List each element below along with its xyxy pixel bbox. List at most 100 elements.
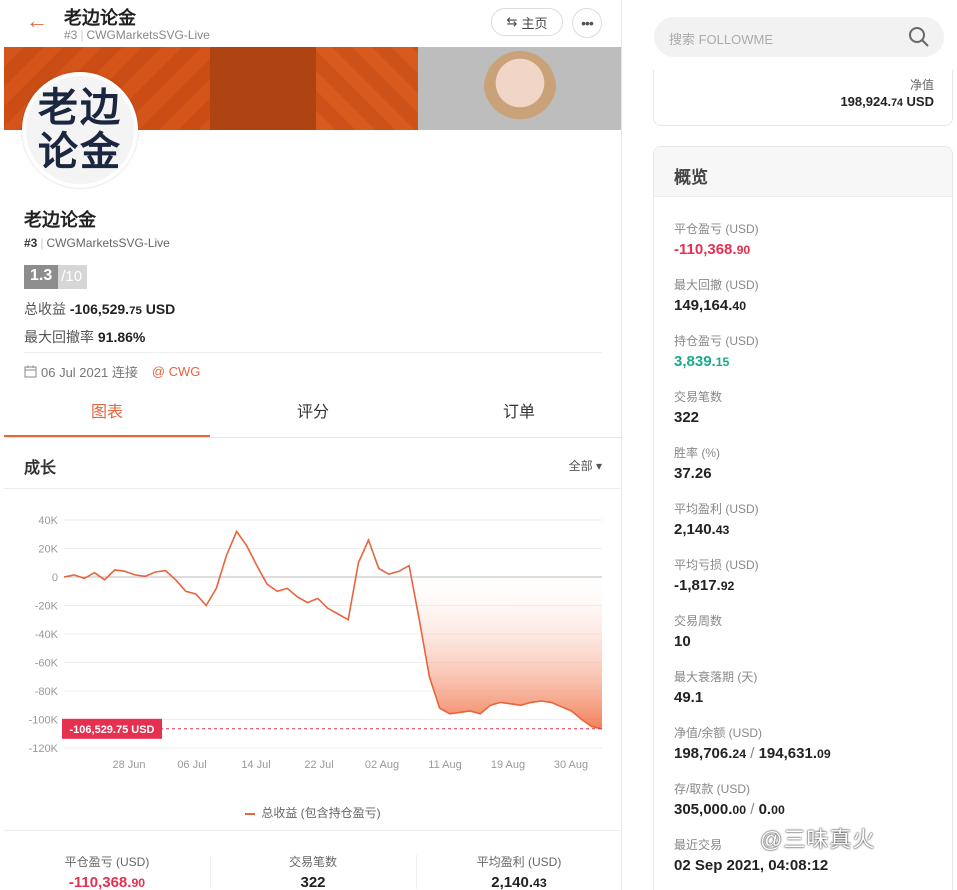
- score-value: 1.3: [24, 265, 59, 289]
- x-tick-label: 02 Aug: [365, 759, 399, 771]
- overview-label: 最大回撤 (USD): [674, 278, 759, 292]
- x-tick-label: 14 Jul: [241, 759, 270, 771]
- overview-value: 10: [674, 633, 691, 650]
- bottom-stats: 平仓盈亏 (USD) -110,368.90 交易笔数 322 平均盈利 (US…: [4, 830, 621, 890]
- overview-item-equity-balance: 净值/余额 (USD) 198,706.24 / 194,631.09: [674, 724, 831, 762]
- overview-value: -110,368.90: [674, 241, 751, 258]
- overview-label: 持仓盈亏 (USD): [674, 334, 759, 348]
- overview-title: 概览: [674, 168, 708, 187]
- legend-swatch: [245, 812, 256, 815]
- y-tick-label: 40K: [38, 515, 58, 527]
- watermark-text: @三味真火: [760, 827, 876, 852]
- connection-info: 06 Jul 2021 连接 @ CWG: [24, 362, 200, 381]
- stat-value: 2,140.43: [491, 874, 547, 890]
- y-tick-label: -20K: [35, 601, 59, 613]
- swap-icon: ⇆: [506, 14, 518, 29]
- trader-rank: #3: [24, 236, 38, 250]
- overview-item-closed-pnl: 平仓盈亏 (USD) -110,368.90: [674, 220, 759, 258]
- caret-down-icon: ▾: [595, 459, 602, 473]
- overview-item-trades: 交易笔数 322: [674, 388, 722, 426]
- avatar-calligraphy: 老边论金: [38, 84, 122, 175]
- overview-item-avg-profit: 平均盈利 (USD) 2,140.43: [674, 500, 759, 538]
- stat-label: 交易笔数: [288, 855, 337, 869]
- chart-legend[interactable]: 总收益 (包含持仓盈亏): [4, 804, 621, 821]
- tab-orders[interactable]: 订单: [416, 390, 621, 437]
- tab-chart[interactable]: 图表: [4, 390, 210, 437]
- overview-label: 交易周数: [674, 614, 723, 628]
- overview-value: 49.1: [674, 689, 704, 706]
- overview-label: 平均盈利 (USD): [674, 502, 759, 516]
- home-button[interactable]: ⇆ 主页: [491, 8, 563, 36]
- stat-closed-pnl: 平仓盈亏 (USD) -110,368.90: [4, 831, 210, 890]
- x-tick-label: 11 Aug: [428, 759, 461, 771]
- overview-value: -1,817.92: [674, 577, 735, 594]
- stat-label: 平均盈利 (USD): [476, 855, 562, 869]
- x-tick-label: 22 Jul: [304, 759, 333, 771]
- account-subtitle: #3 | CWGMarketsSVG-Live: [64, 28, 210, 42]
- overview-value: 198,706.24 / 194,631.09: [674, 745, 831, 762]
- overview-value: 305,000.00 / 0.00: [674, 801, 785, 818]
- stat-trade-count: 交易笔数 322: [210, 831, 416, 890]
- search-placeholder: 搜索 FOLLOWME: [669, 32, 774, 47]
- search-icon[interactable]: [908, 26, 930, 48]
- more-options-button[interactable]: •••: [572, 8, 602, 38]
- broker-link[interactable]: @ CWG: [152, 364, 201, 379]
- total-return-unit: USD: [145, 301, 176, 317]
- overview-value: 149,164.40: [674, 297, 747, 314]
- banner-portrait-image: [484, 51, 556, 130]
- overview-item-win-rate: 胜率 (%) 37.26: [674, 444, 720, 482]
- y-tick-label: -80K: [35, 686, 59, 698]
- overview-item-avg-loss: 平均亏损 (USD) -1,817.92: [674, 556, 759, 594]
- stat-value: -110,368.90: [68, 874, 146, 890]
- rank-text: #3: [64, 28, 78, 42]
- total-return-decimal: 75: [129, 305, 142, 317]
- stat-value: 322: [300, 874, 326, 890]
- calendar-icon: [24, 365, 37, 378]
- overview-label: 存/取款 (USD): [674, 782, 750, 796]
- range-filter-label: 全部: [568, 459, 593, 473]
- current-value-label: -106,529.75 USD: [70, 724, 155, 736]
- trader-account: #3 | CWGMarketsSVG-Live: [24, 236, 170, 250]
- back-arrow-icon[interactable]: ←: [26, 8, 48, 34]
- top-bar: ← 老边论金 #3 | CWGMarketsSVG-Live ⇆ 主页 •••: [4, 0, 621, 46]
- overview-item-max-drawdown: 最大回撤 (USD) 149,164.40: [674, 276, 759, 314]
- range-filter-dropdown[interactable]: 全部 ▾: [569, 457, 602, 474]
- x-tick-label: 28 Jun: [112, 759, 145, 771]
- overview-item-floating-pnl: 持仓盈亏 (USD) 3,839.15: [674, 332, 759, 370]
- max-drawdown-row: 最大回撤率 91.86%: [24, 327, 145, 347]
- overview-value: 37.26: [674, 465, 712, 482]
- home-button-label: 主页: [521, 15, 548, 31]
- overview-label: 平均亏损 (USD): [674, 558, 759, 572]
- overview-value: 3,839.15: [674, 353, 730, 370]
- page-title: 老边论金: [64, 8, 136, 28]
- overview-label: 最大衰落期 (天): [674, 670, 758, 684]
- growth-header: 成长 全部 ▾: [4, 439, 621, 489]
- y-tick-label: -60K: [35, 658, 59, 670]
- total-return-main: -106,529.: [69, 301, 130, 317]
- growth-title: 成长: [24, 460, 57, 477]
- account-text: CWGMarketsSVG-Live: [86, 28, 210, 42]
- overview-card: 概览 平仓盈亏 (USD) -110,368.90 最大回撤 (USD) 149…: [653, 146, 953, 890]
- x-tick-label: 19 Aug: [491, 759, 525, 771]
- total-return-row: 总收益 -106,529.75 USD: [24, 299, 175, 319]
- tab-rating[interactable]: 评分: [210, 390, 416, 437]
- sidebar: 搜索 FOLLOWME 净值 198,924.74 USD 概览 平仓盈亏 (U…: [640, 0, 957, 890]
- y-tick-label: 0: [52, 572, 58, 584]
- equity-label: 净值: [909, 78, 934, 92]
- overview-item-deposit-withdraw: 存/取款 (USD) 305,000.00 / 0.00: [674, 780, 785, 818]
- overview-item-max-drawdown-days: 最大衰落期 (天) 49.1: [674, 668, 757, 706]
- stat-avg-profit: 平均盈利 (USD) 2,140.43: [416, 831, 621, 890]
- x-tick-label: 30 Aug: [554, 759, 588, 771]
- total-return-label: 总收益: [24, 301, 66, 317]
- trader-profile-panel: ← 老边论金 #3 | CWGMarketsSVG-Live ⇆ 主页 ••• 老边…: [4, 0, 622, 890]
- avatar[interactable]: 老边论金: [22, 72, 138, 188]
- connected-date: 06 Jul 2021 连接: [41, 365, 138, 380]
- trader-account-name: CWGMarketsSVG-Live: [46, 236, 170, 250]
- profile-tabs: 图表 评分 订单: [4, 390, 621, 438]
- search-box[interactable]: 搜索 FOLLOWME: [654, 17, 944, 57]
- max-drawdown-label: 最大回撤率: [24, 329, 94, 345]
- overview-value: 02 Sep 2021, 04:08:12: [674, 857, 829, 874]
- legend-label: 总收益 (包含持仓盈亏): [261, 806, 381, 820]
- overview-item-weeks: 交易周数 10: [674, 612, 722, 650]
- x-tick-label: 06 Jul: [177, 759, 206, 771]
